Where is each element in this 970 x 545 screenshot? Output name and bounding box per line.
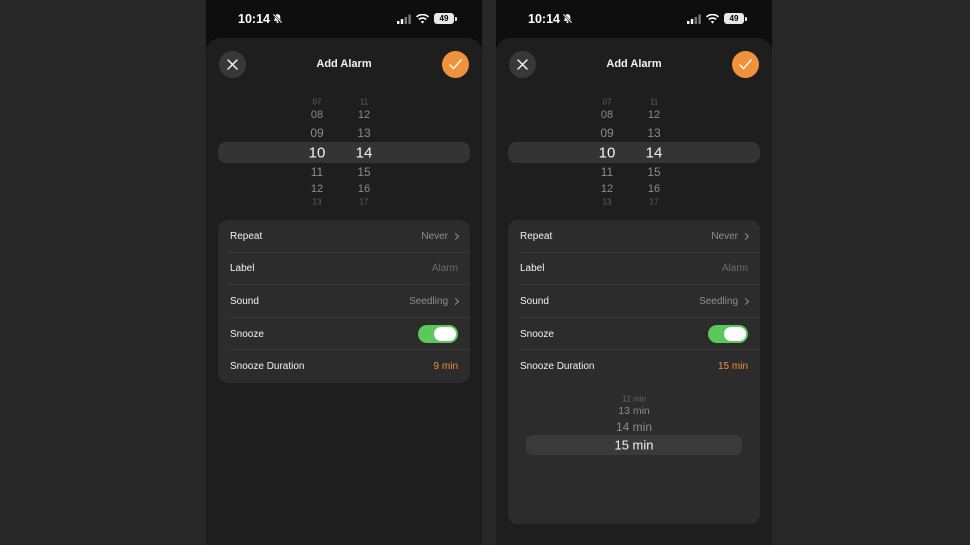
chevron-right-icon — [741, 297, 750, 306]
sound-value: Seedling — [699, 295, 738, 307]
duration-option[interactable]: 13 min — [508, 405, 760, 417]
repeat-value: Never — [421, 230, 448, 242]
label-label: Label — [520, 263, 545, 275]
sheet-title: Add Alarm — [606, 58, 662, 70]
repeat-label: Repeat — [520, 230, 553, 242]
toggle-knob — [724, 327, 746, 342]
checkmark-icon — [449, 59, 462, 70]
phone-screen-left: 10:14 49 Add Alarm 07 08 09 10 11 12 13 … — [206, 0, 482, 545]
picker-selection-band — [508, 142, 760, 163]
hour-option[interactable]: 12 — [592, 183, 622, 195]
minute-option[interactable]: 12 — [639, 109, 669, 121]
hour-option[interactable]: 09 — [592, 126, 622, 140]
wifi-icon — [416, 13, 429, 24]
snooze-duration-picker[interactable]: 12 min 13 min 14 min 15 min — [508, 386, 760, 462]
label-row[interactable]: Label Alarm — [218, 253, 470, 286]
sound-value: Seedling — [409, 295, 448, 307]
status-bar: 10:14 49 — [496, 0, 772, 38]
minute-option[interactable]: 11 — [349, 98, 379, 107]
minute-option[interactable]: 17 — [349, 198, 379, 207]
snooze-label: Snooze — [230, 328, 264, 340]
hour-option[interactable]: 07 — [302, 98, 332, 107]
minute-option[interactable]: 13 — [639, 126, 669, 140]
hour-selected[interactable]: 10 — [592, 145, 622, 162]
snooze-toggle[interactable] — [418, 325, 458, 344]
sheet-title: Add Alarm — [316, 58, 372, 70]
checkmark-icon — [739, 59, 752, 70]
label-row[interactable]: Label Alarm — [508, 253, 760, 286]
alarm-settings-card: Repeat Never Label Alarm Sound Seedling … — [508, 220, 760, 524]
snooze-duration-label: Snooze Duration — [520, 361, 595, 373]
hour-option[interactable]: 11 — [592, 165, 622, 179]
hour-selected[interactable]: 10 — [302, 145, 332, 162]
status-bar: 10:14 49 — [206, 0, 482, 38]
add-alarm-sheet: Add Alarm 07 08 09 10 11 12 13 11 12 13 … — [206, 38, 482, 545]
status-time: 10:14 — [528, 12, 560, 26]
repeat-row[interactable]: Repeat Never — [218, 220, 470, 253]
signal-icon — [397, 14, 411, 24]
add-alarm-sheet: Add Alarm 07 08 09 10 11 12 13 11 12 13 … — [496, 38, 772, 545]
repeat-label: Repeat — [230, 230, 263, 242]
sound-label: Sound — [230, 295, 259, 307]
snooze-duration-value: 15 min — [717, 361, 748, 373]
chevron-right-icon — [451, 297, 460, 306]
minute-option[interactable]: 15 — [639, 165, 669, 179]
snooze-duration-value: 9 min — [433, 361, 458, 373]
hour-option[interactable]: 08 — [302, 109, 332, 121]
sound-row[interactable]: Sound Seedling — [218, 285, 470, 318]
hour-option[interactable]: 11 — [302, 165, 332, 179]
hour-option[interactable]: 13 — [592, 198, 622, 207]
battery-icon: 49 — [724, 13, 747, 24]
repeat-row[interactable]: Repeat Never — [508, 220, 760, 253]
chevron-right-icon — [741, 232, 750, 240]
minute-option[interactable]: 11 — [639, 98, 669, 107]
minute-selected[interactable]: 14 — [349, 145, 379, 162]
snooze-label: Snooze — [520, 328, 554, 340]
duration-selected[interactable]: 15 min — [508, 438, 760, 453]
sound-row[interactable]: Sound Seedling — [508, 285, 760, 318]
toggle-knob — [434, 327, 456, 342]
hour-option[interactable]: 08 — [592, 109, 622, 121]
status-time: 10:14 — [238, 12, 270, 26]
hour-option[interactable]: 07 — [592, 98, 622, 107]
time-picker[interactable]: 07 08 09 10 11 12 13 11 12 13 14 15 16 1… — [206, 95, 482, 211]
minute-option[interactable]: 16 — [349, 183, 379, 195]
duration-option[interactable]: 14 min — [508, 420, 760, 434]
chevron-right-icon — [451, 232, 460, 240]
time-picker[interactable]: 07 08 09 10 11 12 13 11 12 13 14 15 16 1… — [496, 95, 772, 211]
save-button[interactable] — [732, 51, 759, 78]
label-label: Label — [230, 263, 255, 275]
alarm-settings-card: Repeat Never Label Alarm Sound Seedling … — [218, 220, 470, 383]
label-field[interactable]: Alarm — [432, 263, 458, 274]
phone-screen-right: 10:14 49 Add Alarm 07 08 09 10 11 12 13 … — [496, 0, 772, 545]
snooze-row: Snooze — [218, 318, 470, 351]
battery-icon: 49 — [434, 13, 457, 24]
snooze-duration-label: Snooze Duration — [230, 361, 305, 373]
minute-option[interactable]: 15 — [349, 165, 379, 179]
snooze-row: Snooze — [508, 318, 760, 351]
minute-selected[interactable]: 14 — [639, 145, 669, 162]
snooze-toggle[interactable] — [708, 325, 748, 344]
snooze-duration-row[interactable]: Snooze Duration 15 min — [508, 350, 760, 383]
minute-option[interactable]: 12 — [349, 109, 379, 121]
sound-label: Sound — [520, 295, 549, 307]
snooze-duration-row[interactable]: Snooze Duration 9 min — [218, 350, 470, 383]
signal-icon — [687, 14, 701, 24]
wifi-icon — [706, 13, 719, 24]
bell-slash-icon — [272, 13, 283, 24]
minute-option[interactable]: 17 — [639, 198, 669, 207]
hour-option[interactable]: 12 — [302, 183, 332, 195]
hour-option[interactable]: 09 — [302, 126, 332, 140]
repeat-value: Never — [711, 230, 738, 242]
hour-option[interactable]: 13 — [302, 198, 332, 207]
label-field[interactable]: Alarm — [722, 263, 748, 274]
bell-slash-icon — [562, 13, 573, 24]
duration-option[interactable]: 12 min — [508, 395, 760, 404]
save-button[interactable] — [442, 51, 469, 78]
minute-option[interactable]: 16 — [639, 183, 669, 195]
picker-selection-band — [218, 142, 470, 163]
minute-option[interactable]: 13 — [349, 126, 379, 140]
